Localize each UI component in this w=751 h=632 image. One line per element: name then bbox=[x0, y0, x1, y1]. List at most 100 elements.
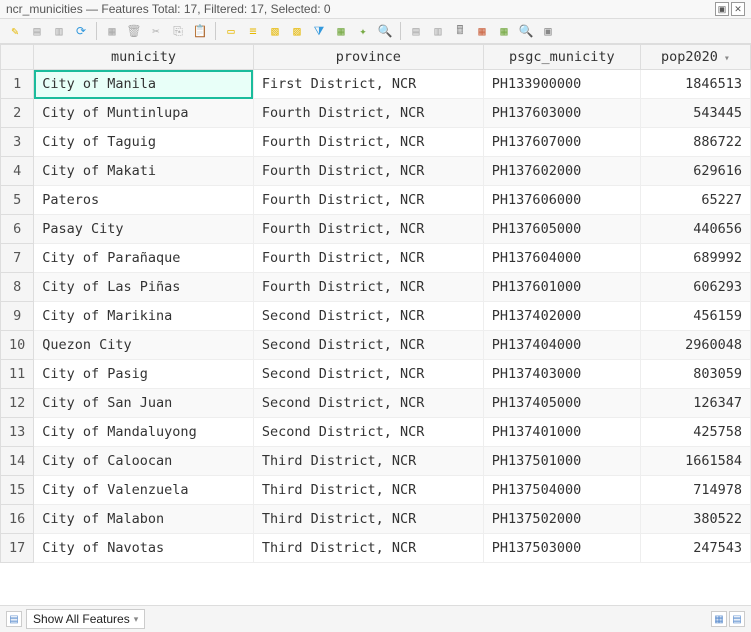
cell-province[interactable]: Fourth District, NCR bbox=[253, 215, 483, 244]
field-calc-icon[interactable]: 🖩 bbox=[451, 22, 469, 40]
table-row[interactable]: 1City of ManilaFirst District, NCRPH1339… bbox=[1, 70, 751, 99]
cell-psgc[interactable]: PH137603000 bbox=[483, 99, 640, 128]
table-scroll[interactable]: municity province psgc_municity pop2020 … bbox=[0, 44, 751, 605]
cell-psgc[interactable]: PH137403000 bbox=[483, 360, 640, 389]
cell-psgc[interactable]: PH137501000 bbox=[483, 447, 640, 476]
row-number[interactable]: 7 bbox=[1, 244, 34, 273]
reload-icon[interactable]: ⟳ bbox=[72, 22, 90, 40]
cell-municity[interactable]: City of Taguig bbox=[34, 128, 254, 157]
cell-psgc[interactable]: PH137402000 bbox=[483, 302, 640, 331]
cell-municity[interactable]: City of Muntinlupa bbox=[34, 99, 254, 128]
cell-municity[interactable]: City of Makati bbox=[34, 157, 254, 186]
cell-pop2020[interactable]: 714978 bbox=[640, 476, 750, 505]
save-as-icon[interactable]: ▥ bbox=[50, 22, 68, 40]
cell-province[interactable]: Fourth District, NCR bbox=[253, 128, 483, 157]
cell-province[interactable]: Second District, NCR bbox=[253, 418, 483, 447]
row-number[interactable]: 3 bbox=[1, 128, 34, 157]
cell-psgc[interactable]: PH137404000 bbox=[483, 331, 640, 360]
table-row[interactable]: 3City of TaguigFourth District, NCRPH137… bbox=[1, 128, 751, 157]
cell-psgc[interactable]: PH137503000 bbox=[483, 534, 640, 563]
cell-psgc[interactable]: PH137602000 bbox=[483, 157, 640, 186]
row-number[interactable]: 4 bbox=[1, 157, 34, 186]
form-view2-icon[interactable]: ▤ bbox=[729, 611, 745, 627]
cell-municity[interactable]: City of Marikina bbox=[34, 302, 254, 331]
cell-psgc[interactable]: PH137605000 bbox=[483, 215, 640, 244]
row-number[interactable]: 11 bbox=[1, 360, 34, 389]
table-row[interactable]: 8City of Las PiñasFourth District, NCRPH… bbox=[1, 273, 751, 302]
row-number[interactable]: 8 bbox=[1, 273, 34, 302]
cell-municity[interactable]: City of San Juan bbox=[34, 389, 254, 418]
cell-psgc[interactable]: PH137606000 bbox=[483, 186, 640, 215]
table-row[interactable]: 5PaterosFourth District, NCRPH1376060006… bbox=[1, 186, 751, 215]
cell-psgc[interactable]: PH137604000 bbox=[483, 244, 640, 273]
cell-pop2020[interactable]: 803059 bbox=[640, 360, 750, 389]
delete-field-icon[interactable]: ▥ bbox=[429, 22, 447, 40]
row-number[interactable]: 1 bbox=[1, 70, 34, 99]
cell-pop2020[interactable]: 886722 bbox=[640, 128, 750, 157]
cell-province[interactable]: Third District, NCR bbox=[253, 534, 483, 563]
panel-icon[interactable]: ▣ bbox=[539, 22, 557, 40]
row-number[interactable]: 10 bbox=[1, 331, 34, 360]
cell-province[interactable]: Third District, NCR bbox=[253, 447, 483, 476]
cell-municity[interactable]: Quezon City bbox=[34, 331, 254, 360]
row-number[interactable]: 2 bbox=[1, 99, 34, 128]
row-number[interactable]: 16 bbox=[1, 505, 34, 534]
cell-psgc[interactable]: PH137502000 bbox=[483, 505, 640, 534]
cell-province[interactable]: Fourth District, NCR bbox=[253, 157, 483, 186]
row-number[interactable]: 9 bbox=[1, 302, 34, 331]
cell-municity[interactable]: City of Navotas bbox=[34, 534, 254, 563]
new-field-icon[interactable]: ▤ bbox=[407, 22, 425, 40]
cell-pop2020[interactable]: 456159 bbox=[640, 302, 750, 331]
table-row[interactable]: 7City of ParañaqueFourth District, NCRPH… bbox=[1, 244, 751, 273]
cell-pop2020[interactable]: 380522 bbox=[640, 505, 750, 534]
row-number[interactable]: 17 bbox=[1, 534, 34, 563]
table-row[interactable]: 16City of MalabonThird District, NCRPH13… bbox=[1, 505, 751, 534]
col-province[interactable]: province bbox=[253, 45, 483, 70]
cell-municity[interactable]: Pasay City bbox=[34, 215, 254, 244]
row-number[interactable]: 12 bbox=[1, 389, 34, 418]
col-municity[interactable]: municity bbox=[34, 45, 254, 70]
cell-province[interactable]: Fourth District, NCR bbox=[253, 99, 483, 128]
paste-icon[interactable]: 📋 bbox=[191, 22, 209, 40]
cell-province[interactable]: Third District, NCR bbox=[253, 505, 483, 534]
cell-province[interactable]: Fourth District, NCR bbox=[253, 273, 483, 302]
save-icon[interactable]: ▤ bbox=[28, 22, 46, 40]
cell-psgc[interactable]: PH137601000 bbox=[483, 273, 640, 302]
move-top-icon[interactable]: ▦ bbox=[332, 22, 350, 40]
cell-municity[interactable]: City of Malabon bbox=[34, 505, 254, 534]
cell-municity[interactable]: City of Las Piñas bbox=[34, 273, 254, 302]
copy-icon[interactable]: ⎘ bbox=[169, 22, 187, 40]
table-row[interactable]: 10Quezon CitySecond District, NCRPH13740… bbox=[1, 331, 751, 360]
add-feature-icon[interactable]: ▦ bbox=[103, 22, 121, 40]
cell-pop2020[interactable]: 689992 bbox=[640, 244, 750, 273]
cell-municity[interactable]: City of Valenzuela bbox=[34, 476, 254, 505]
cell-province[interactable]: Second District, NCR bbox=[253, 389, 483, 418]
cell-municity[interactable]: City of Mandaluyong bbox=[34, 418, 254, 447]
table-view-icon[interactable]: ▦ bbox=[711, 611, 727, 627]
select-all-icon[interactable]: ≡ bbox=[244, 22, 262, 40]
table-row[interactable]: 11City of PasigSecond District, NCRPH137… bbox=[1, 360, 751, 389]
table-row[interactable]: 15City of ValenzuelaThird District, NCRP… bbox=[1, 476, 751, 505]
actions-icon[interactable]: ▦ bbox=[495, 22, 513, 40]
table-row[interactable]: 4City of MakatiFourth District, NCRPH137… bbox=[1, 157, 751, 186]
cell-psgc[interactable]: PH133900000 bbox=[483, 70, 640, 99]
row-number[interactable]: 6 bbox=[1, 215, 34, 244]
cell-municity[interactable]: Pateros bbox=[34, 186, 254, 215]
deselect-icon[interactable]: ▨ bbox=[288, 22, 306, 40]
table-row[interactable]: 17City of NavotasThird District, NCRPH13… bbox=[1, 534, 751, 563]
cell-province[interactable]: Second District, NCR bbox=[253, 331, 483, 360]
cell-pop2020[interactable]: 1661584 bbox=[640, 447, 750, 476]
cell-pop2020[interactable]: 65227 bbox=[640, 186, 750, 215]
cell-psgc[interactable]: PH137401000 bbox=[483, 418, 640, 447]
cell-province[interactable]: Third District, NCR bbox=[253, 476, 483, 505]
cell-province[interactable]: Second District, NCR bbox=[253, 302, 483, 331]
cell-pop2020[interactable]: 425758 bbox=[640, 418, 750, 447]
cell-municity[interactable]: City of Caloocan bbox=[34, 447, 254, 476]
cell-province[interactable]: Fourth District, NCR bbox=[253, 244, 483, 273]
cell-province[interactable]: First District, NCR bbox=[253, 70, 483, 99]
invert-select-icon[interactable]: ▧ bbox=[266, 22, 284, 40]
table-row[interactable]: 6Pasay CityFourth District, NCRPH1376050… bbox=[1, 215, 751, 244]
expression-icon[interactable]: ▭ bbox=[222, 22, 240, 40]
cell-pop2020[interactable]: 606293 bbox=[640, 273, 750, 302]
cell-psgc[interactable]: PH137607000 bbox=[483, 128, 640, 157]
